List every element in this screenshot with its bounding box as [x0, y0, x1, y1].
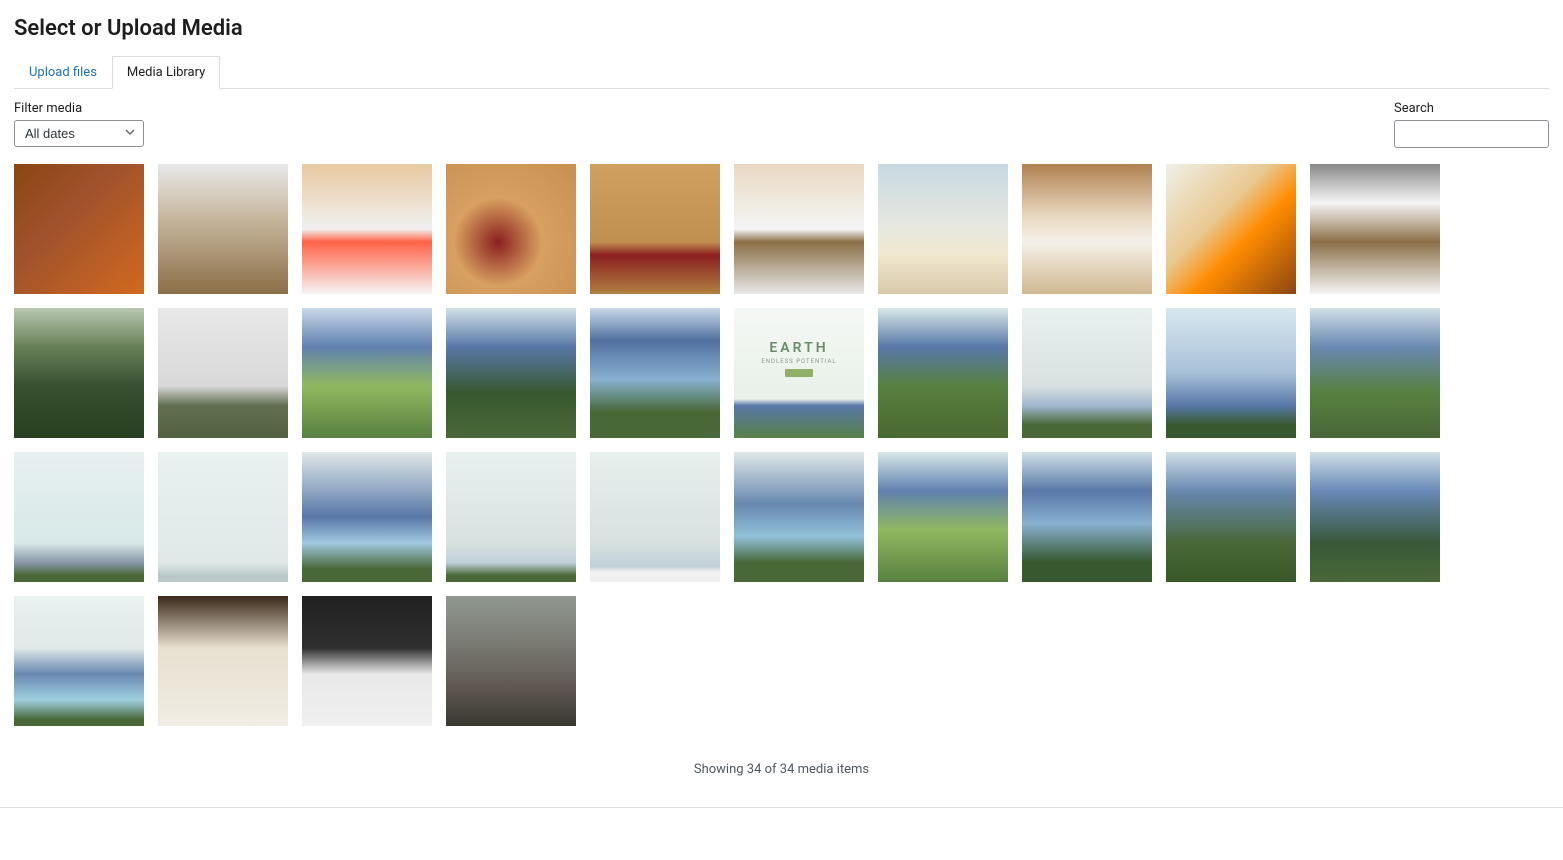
media-item-mountains-minimal-1[interactable] [14, 452, 144, 582]
media-item-food-pasta-bowl[interactable] [302, 164, 432, 294]
media-item-business-people-street[interactable] [446, 596, 576, 726]
media-thumbnail [1310, 308, 1440, 438]
tabs: Upload filesMedia Library [14, 55, 1549, 89]
media-thumbnail [878, 308, 1008, 438]
media-thumbnail [302, 164, 432, 294]
media-item-nature-forest-fog[interactable] [14, 308, 144, 438]
media-thumbnail [1022, 452, 1152, 582]
media-item-food-bowl-strawberries[interactable] [14, 164, 144, 294]
media-thumbnail [446, 452, 576, 582]
media-thumbnail [590, 164, 720, 294]
media-item-mountains-river-2[interactable] [1166, 308, 1296, 438]
search-label: Search [1394, 101, 1549, 116]
media-item-food-dessert-plate[interactable] [878, 164, 1008, 294]
date-filter-select[interactable]: All dates [14, 120, 144, 147]
media-item-mountains-river-3[interactable] [1022, 452, 1152, 582]
media-thumbnail [14, 596, 144, 726]
media-thumbnail [158, 452, 288, 582]
page-title: Select or Upload Media [14, 16, 1549, 41]
media-item-mountains-lake[interactable] [302, 452, 432, 582]
search-input[interactable] [1394, 120, 1549, 148]
media-item-mountains-illustration-4[interactable] [1310, 308, 1440, 438]
media-thumbnail [158, 164, 288, 294]
media-item-business-signing-1[interactable] [158, 596, 288, 726]
media-item-food-strawberries[interactable] [590, 164, 720, 294]
media-item-business-signing-2[interactable] [302, 596, 432, 726]
earth-card-subtitle: ENDLESS POTENTIAL [761, 358, 836, 365]
media-item-mountains-far-1[interactable] [1022, 308, 1152, 438]
media-thumbnail [158, 596, 288, 726]
media-thumbnail [590, 308, 720, 438]
filter-media-label: Filter media [14, 101, 144, 116]
media-thumbnail [590, 452, 720, 582]
earth-card-title: EARTH [769, 340, 828, 356]
media-item-food-crepe-plate[interactable] [734, 164, 864, 294]
media-thumbnail [734, 164, 864, 294]
media-item-food-pastry-rolls[interactable] [1022, 164, 1152, 294]
media-item-mountains-illustration-2[interactable] [446, 308, 576, 438]
media-thumbnail [1022, 308, 1152, 438]
media-thumbnail [734, 452, 864, 582]
media-item-mountains-lake-island[interactable] [14, 596, 144, 726]
media-item-mountains-illustration-5[interactable] [878, 452, 1008, 582]
media-item-mountains-minimal-4[interactable] [590, 452, 720, 582]
media-item-mountains-minimal-2[interactable] [158, 452, 288, 582]
media-thumbnail [14, 308, 144, 438]
media-item-food-pizza[interactable] [1166, 164, 1296, 294]
media-item-food-cake-slice-2[interactable] [1310, 164, 1440, 294]
media-thumbnail [878, 164, 1008, 294]
item-count-text: Showing 34 of 34 media items [0, 734, 1563, 808]
media-thumbnail [14, 164, 144, 294]
media-thumbnail [14, 452, 144, 582]
media-thumbnail [878, 452, 1008, 582]
media-thumbnail [1022, 164, 1152, 294]
media-item-mountains-minimal-3[interactable] [446, 452, 576, 582]
media-item-mountains-river-illustration[interactable] [590, 308, 720, 438]
media-item-mountains-illustration-6[interactable] [1166, 452, 1296, 582]
media-item-mountains-illustration-1[interactable] [302, 308, 432, 438]
media-item-earth-landing-card[interactable]: EARTH ENDLESS POTENTIAL [734, 308, 864, 438]
media-item-nature-treeline[interactable] [158, 308, 288, 438]
filter-bar: Filter media All dates Search [0, 89, 1563, 156]
media-item-mountains-illustration-7[interactable] [1310, 452, 1440, 582]
media-thumbnail [446, 164, 576, 294]
media-thumbnail [1166, 452, 1296, 582]
media-thumbnail [1310, 452, 1440, 582]
media-thumbnail [1310, 164, 1440, 294]
media-thumbnail [158, 308, 288, 438]
media-thumbnail [446, 308, 576, 438]
media-thumbnail [302, 452, 432, 582]
media-thumbnail [446, 596, 576, 726]
media-thumbnail: EARTH ENDLESS POTENTIAL [734, 308, 864, 438]
media-thumbnail [302, 308, 432, 438]
tab-upload-files[interactable]: Upload files [14, 56, 112, 89]
media-grid: EARTH ENDLESS POTENTIAL [0, 156, 1563, 734]
media-item-food-cupcake[interactable] [446, 164, 576, 294]
media-item-mountains-illustration-3[interactable] [878, 308, 1008, 438]
tab-media-library[interactable]: Media Library [112, 56, 220, 89]
media-thumbnail [1166, 164, 1296, 294]
earth-card-button [785, 369, 813, 377]
media-thumbnail [1166, 308, 1296, 438]
media-item-food-cake-slice[interactable] [158, 164, 288, 294]
media-item-mountains-lake-trees[interactable] [734, 452, 864, 582]
media-thumbnail [302, 596, 432, 726]
